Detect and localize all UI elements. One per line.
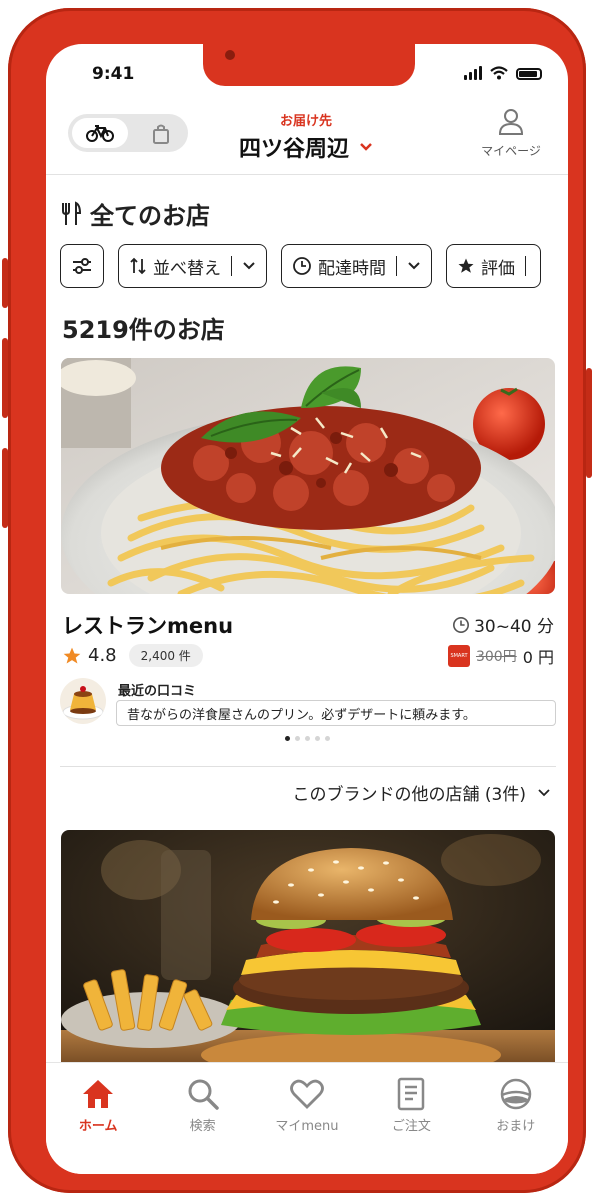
- delivery-eta: 30~40 分: [452, 612, 554, 637]
- battery-icon: [516, 68, 542, 80]
- carousel-dot[interactable]: [324, 736, 330, 741]
- tab-label: 検索: [189, 1119, 216, 1134]
- filter-settings-button[interactable]: [60, 244, 104, 288]
- carousel-dot[interactable]: [314, 736, 320, 741]
- bottom-tab-bar: ホーム 検索 マイmenu ご注文 おまけ: [46, 1062, 568, 1174]
- sort-icon: [130, 257, 146, 275]
- signal-icon: [464, 66, 482, 80]
- delivery-address: 四ツ谷周辺: [238, 137, 349, 162]
- mypage-label: マイページ: [481, 144, 541, 158]
- sliders-icon: [73, 258, 91, 274]
- tab-search[interactable]: 検索: [158, 1077, 248, 1174]
- tab-bonus[interactable]: おまけ: [471, 1077, 561, 1174]
- chip-divider: [396, 256, 397, 276]
- carousel-dots: [46, 736, 568, 741]
- sort-filter-chip[interactable]: 並べ替え: [118, 244, 267, 288]
- store-count: 5219件のお店: [62, 316, 225, 344]
- rating-value: 4.8: [88, 645, 117, 666]
- chevron-down-icon: [243, 262, 255, 270]
- brand-other-stores-toggle[interactable]: このブランドの他の店舗 (3件): [293, 780, 550, 805]
- star-icon: [63, 647, 81, 663]
- chip-divider: [231, 256, 232, 276]
- carousel-dot[interactable]: [294, 736, 300, 741]
- mypage-button[interactable]: マイページ: [476, 108, 546, 159]
- home-icon: [83, 1080, 114, 1108]
- restaurant-rating: 4.8 2,400 件: [62, 644, 203, 667]
- search-icon: [188, 1079, 219, 1110]
- status-time: 9:41: [92, 64, 135, 84]
- filter-bar: 並べ替え 配達時間 評価: [60, 244, 541, 288]
- smart-pass-icon: SMART: [447, 645, 470, 667]
- review-count-badge: 2,400 件: [128, 644, 203, 667]
- heart-icon: [290, 1079, 324, 1109]
- restaurant-image[interactable]: [61, 358, 555, 594]
- delivery-eta-value: 30~40 分: [474, 617, 554, 637]
- pasta-photo: [61, 358, 555, 594]
- restaurant-image[interactable]: [61, 830, 555, 1070]
- bonus-icon: [500, 1078, 531, 1110]
- delivery-label: お届け先: [279, 114, 332, 129]
- divider: [60, 766, 556, 767]
- delivery-mode-toggle[interactable]: [68, 114, 188, 152]
- delivery-mode-option[interactable]: [72, 118, 128, 148]
- delivery-time-filter-label: 配達時間: [318, 258, 386, 279]
- volume-up-button: [2, 258, 8, 308]
- chevron-down-icon: [408, 262, 420, 270]
- section-heading: 全てのお店: [60, 196, 210, 231]
- utensils-icon: [62, 200, 82, 225]
- section-title: 全てのお店: [90, 202, 210, 230]
- recent-review[interactable]: 最近の口コミ 昔ながらの洋食屋さんのプリン。必ずデザートに頼みます。: [60, 676, 556, 730]
- delivery-time-filter-chip[interactable]: 配達時間: [281, 244, 432, 288]
- mute-switch: [2, 448, 8, 528]
- clock-icon: [453, 616, 470, 633]
- restaurant-name[interactable]: レストランmenu: [62, 610, 233, 640]
- bicycle-icon: [86, 125, 114, 142]
- delivery-fee-current: 0 円: [522, 648, 554, 667]
- tab-label: マイmenu: [275, 1119, 339, 1134]
- wifi-icon: [490, 66, 508, 80]
- status-bar: 9:41: [46, 64, 568, 88]
- delivery-address-selector[interactable]: お届け先 四ツ谷周辺: [206, 110, 406, 163]
- screen: 9:41 お届け先 四ツ谷周辺 マイページ 全てのお店 並べ替え 配達時間 評価…: [46, 44, 568, 1174]
- tab-home[interactable]: ホーム: [53, 1077, 143, 1174]
- app-header: お届け先 四ツ谷周辺 マイページ: [46, 104, 568, 175]
- tab-label: ホーム: [78, 1119, 118, 1134]
- status-icons: [464, 66, 542, 80]
- bag-icon: [153, 124, 169, 144]
- star-icon: [458, 258, 474, 273]
- review-text: 昔ながらの洋食屋さんのプリン。必ずデザートに頼みます。: [116, 700, 556, 726]
- review-label: 最近の口コミ: [118, 684, 197, 699]
- brand-other-stores-label: このブランドの他の店舗 (3件): [292, 785, 526, 805]
- user-icon: [498, 109, 524, 135]
- tab-orders[interactable]: ご注文: [366, 1077, 456, 1174]
- delivery-fee-original: 300円: [475, 649, 517, 665]
- pudding-photo: [60, 678, 106, 724]
- delivery-fee: SMART 300円 0 円: [447, 644, 554, 668]
- rating-filter-label: 評価: [481, 258, 515, 279]
- sort-filter-label: 並べ替え: [153, 258, 221, 279]
- tab-label: ご注文: [391, 1119, 431, 1134]
- rating-filter-chip[interactable]: 評価: [446, 244, 541, 288]
- front-camera: [225, 50, 235, 60]
- power-button: [586, 368, 592, 478]
- receipt-icon: [398, 1077, 425, 1111]
- chevron-down-icon: [360, 143, 372, 151]
- carousel-dot[interactable]: [304, 736, 310, 741]
- takeout-mode-option[interactable]: [150, 123, 172, 145]
- tab-label: おまけ: [496, 1119, 536, 1134]
- burger-photo: [61, 830, 555, 1070]
- clock-icon: [293, 257, 311, 275]
- chevron-down-icon: [538, 788, 550, 796]
- phone-frame: 9:41 お届け先 四ツ谷周辺 マイページ 全てのお店 並べ替え 配達時間 評価…: [2, 8, 592, 1193]
- chip-divider: [525, 256, 526, 276]
- review-thumbnail: [60, 678, 106, 724]
- carousel-dot[interactable]: [284, 736, 290, 741]
- volume-down-button: [2, 338, 8, 418]
- tab-my-menu[interactable]: マイmenu: [262, 1077, 352, 1174]
